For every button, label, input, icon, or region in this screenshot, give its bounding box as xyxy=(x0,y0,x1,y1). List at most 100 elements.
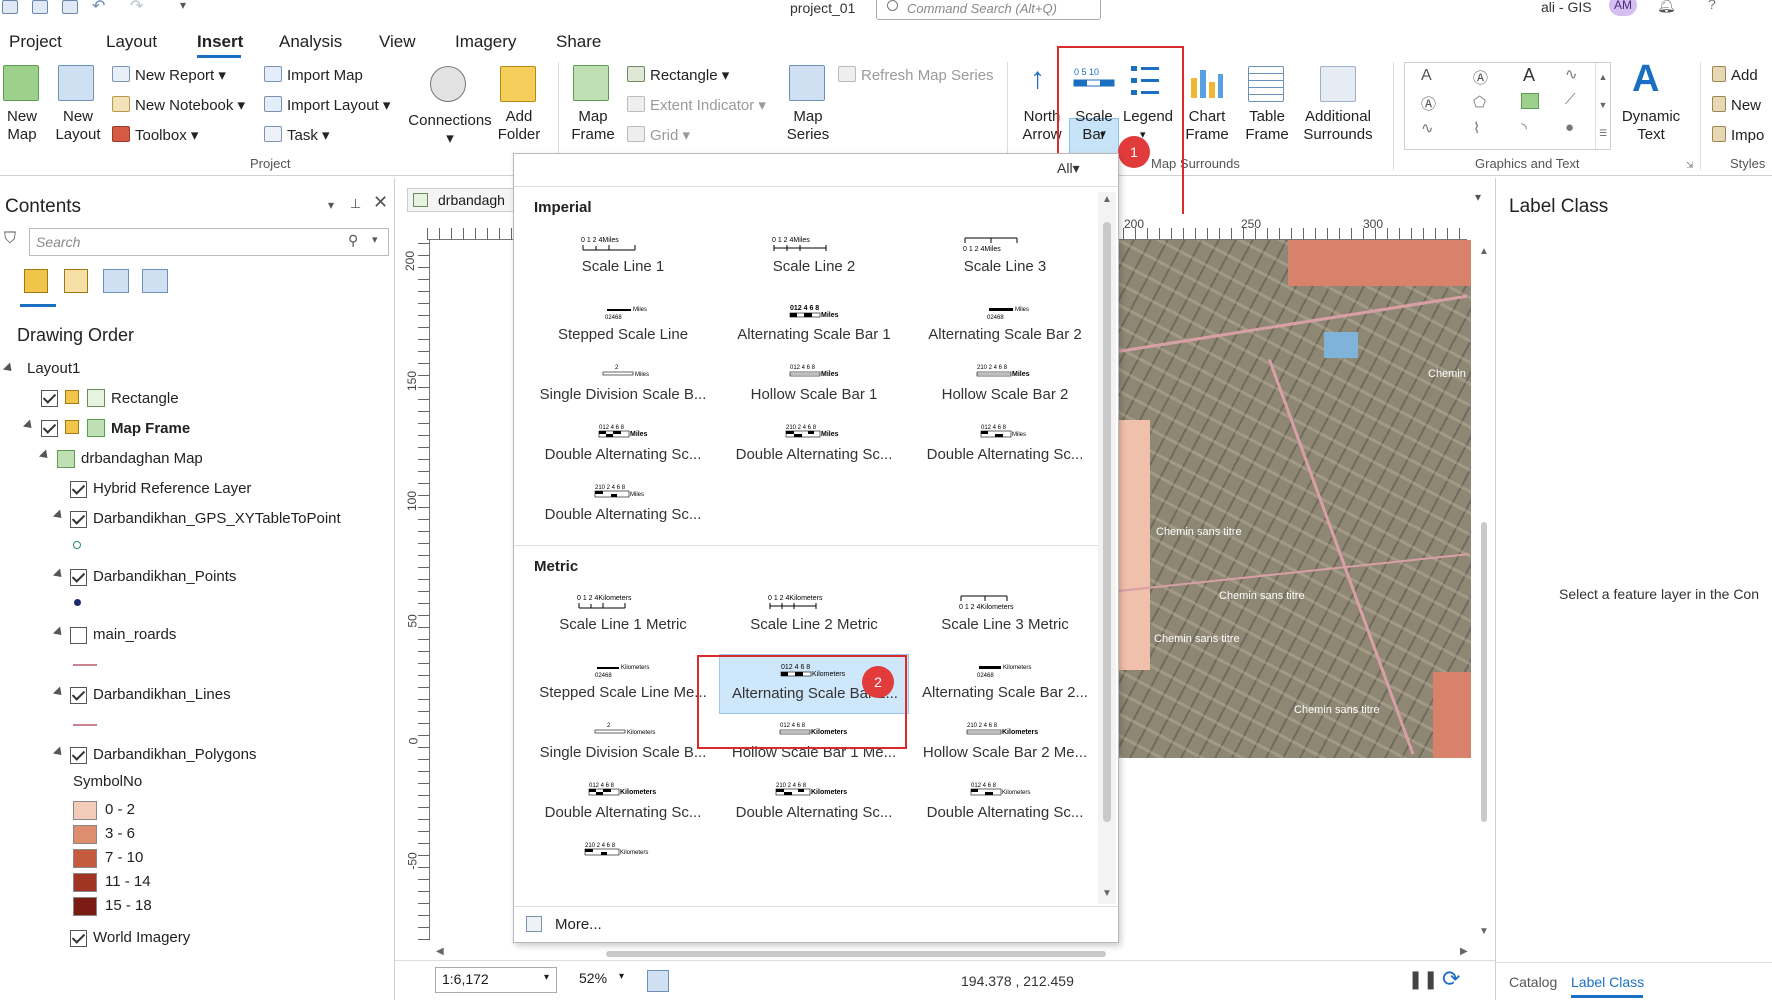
dialog-launcher-icon[interactable]: ⇲ xyxy=(1686,160,1694,171)
lasso-icon[interactable]: ⌇ xyxy=(1473,119,1480,137)
scroll-thumb[interactable] xyxy=(1481,522,1487,822)
rectangle-button[interactable]: Rectangle ▾ xyxy=(627,66,729,84)
add-folder-button[interactable]: Add Folder xyxy=(494,108,544,144)
tab-label-class[interactable]: Label Class xyxy=(1571,974,1644,990)
layer-checkbox[interactable] xyxy=(70,569,87,586)
import-style-button[interactable]: Impo xyxy=(1712,126,1764,144)
polygon-feature[interactable] xyxy=(1118,420,1150,670)
layer-darbandikhan-points[interactable]: Darbandikhan_Points xyxy=(93,568,236,585)
layer-checkbox[interactable] xyxy=(70,747,87,764)
gallery-item-scale-line-3[interactable]: 0 1 2 4Miles Scale Line 3 xyxy=(910,228,1100,288)
gallery-item-scale-line-1-metric[interactable]: 0 1 2 4Kilometers Scale Line 1 Metric xyxy=(528,586,718,646)
gallery-item-double-alternating-4[interactable]: 210 2 4 6 8 Miles Double Alternating Sc..… xyxy=(528,476,718,536)
layer-checkbox[interactable] xyxy=(70,511,87,528)
layer-layout1[interactable]: Layout1 xyxy=(27,360,80,377)
more-button[interactable]: More... xyxy=(514,906,1118,942)
gallery-item-hollow-scale-bar-2[interactable]: 210 2 4 6 8 Miles Hollow Scale Bar 2 xyxy=(910,356,1100,416)
task-button[interactable]: Task ▾ xyxy=(264,126,330,144)
building-feature[interactable] xyxy=(1324,332,1358,358)
arc-icon[interactable]: ◝ xyxy=(1521,119,1527,137)
gallery-item-double-alternating-metric-1[interactable]: 012 4 6 8 Kilometers Double Alternating S… xyxy=(528,774,718,834)
collapse-icon[interactable] xyxy=(52,746,66,759)
line-symbol-icon[interactable] xyxy=(73,664,97,666)
open-project-icon[interactable] xyxy=(32,0,48,14)
save-icon[interactable] xyxy=(62,0,78,14)
avatar[interactable]: AM xyxy=(1609,0,1637,16)
redo-icon[interactable]: ↷ xyxy=(130,0,143,16)
gallery-item-scale-line-2-metric[interactable]: 0 1 2 4Kilometers Scale Line 2 Metric xyxy=(719,586,909,646)
class-swatch[interactable] xyxy=(73,825,97,844)
circle-text-icon[interactable]: Ⓐ xyxy=(1421,93,1436,114)
polygon-feature[interactable] xyxy=(1433,672,1471,758)
import-layout-button[interactable]: Import Layout ▾ xyxy=(264,96,390,114)
add-style-button[interactable]: Add xyxy=(1712,66,1758,84)
gallery-item-stepped-scale-line[interactable]: Miles 02468 Stepped Scale Line xyxy=(528,296,718,356)
notification-bell-icon[interactable]: 🔔︎ xyxy=(1657,0,1676,14)
user-name[interactable]: ali - GIS xyxy=(1541,0,1592,15)
collapse-icon[interactable] xyxy=(52,626,66,639)
gallery-scrollbar[interactable]: ▲ ▼ xyxy=(1098,192,1116,904)
scroll-down-icon[interactable]: ▼ xyxy=(1479,926,1489,937)
collapse-icon[interactable] xyxy=(22,419,36,432)
pin-icon[interactable]: ⊥ xyxy=(350,196,361,212)
layout-horizontal-scrollbar[interactable]: ◀ ▶ xyxy=(434,946,1474,960)
gallery-item-alternating-scale-bar-1[interactable]: 012 4 6 8 Miles Alternating Scale Bar 1 xyxy=(719,296,909,356)
point-icon[interactable]: ● xyxy=(1565,119,1574,136)
collapse-icon[interactable] xyxy=(52,509,66,522)
class-swatch[interactable] xyxy=(73,801,97,820)
gallery-item-alternating-scale-bar-2[interactable]: Miles 02468 Alternating Scale Bar 2 xyxy=(910,296,1100,356)
layer-checkbox[interactable] xyxy=(70,930,87,947)
gallery-item-single-division-scale-bar[interactable]: 2 Miles Single Division Scale B... xyxy=(528,356,718,416)
polygon-feature[interactable] xyxy=(1288,240,1471,286)
gallery-item-double-alternating-metric-4[interactable]: 210 2 4 6 8 Kilometers xyxy=(528,834,718,864)
collapse-icon[interactable] xyxy=(52,686,66,699)
gallery-item-hollow-scale-bar-1[interactable]: 012 4 6 8 Miles Hollow Scale Bar 1 xyxy=(719,356,909,416)
layer-checkbox[interactable] xyxy=(70,627,87,644)
chart-frame-button[interactable]: Chart Frame xyxy=(1176,108,1238,144)
collapse-icon[interactable] xyxy=(38,449,52,462)
layer-darbandikhan-polygons[interactable]: Darbandikhan_Polygons xyxy=(93,746,256,763)
new-report-button[interactable]: New Report ▾ xyxy=(112,66,226,84)
snapping-list-icon[interactable] xyxy=(142,269,168,293)
layout-vertical-scrollbar[interactable]: ▲ ▼ xyxy=(1477,240,1491,940)
gallery-item-stepped-scale-line-metric[interactable]: Kilometers 02468 Stepped Scale Line Me... xyxy=(528,654,718,714)
gallery-item-hollow-scale-bar-2-metric[interactable]: 210 2 4 6 8 Kilometers Hollow Scale Bar 2… xyxy=(910,714,1100,774)
layer-checkbox[interactable] xyxy=(41,390,58,407)
map-frame-imagery[interactable]: Chemin sans titre Chemin sans titre Chem… xyxy=(1118,240,1471,758)
grid-button[interactable]: Grid ▾ xyxy=(627,126,690,144)
scroll-up-icon[interactable]: ▲ xyxy=(1102,194,1112,205)
layer-rectangle[interactable]: Rectangle xyxy=(111,390,179,407)
tab-view[interactable]: View xyxy=(379,32,416,52)
selection-list-icon[interactable] xyxy=(64,269,88,293)
text-icon[interactable]: A xyxy=(1421,67,1432,85)
zoom-selector[interactable]: 52% ▾ xyxy=(573,967,633,993)
layer-checkbox[interactable] xyxy=(70,481,87,498)
scroll-down-icon[interactable]: ▼ xyxy=(1102,888,1112,899)
gallery-filter-dropdown[interactable]: All▾ xyxy=(1057,160,1080,177)
import-map-button[interactable]: Import Map xyxy=(264,66,363,84)
collapse-icon[interactable] xyxy=(2,362,16,375)
map-series-button[interactable]: Map Series xyxy=(777,108,839,144)
class-swatch[interactable] xyxy=(73,873,97,892)
pause-drawing-icon[interactable]: ❚❚ xyxy=(1408,969,1438,990)
scroll-up-icon[interactable]: ▲ xyxy=(1479,246,1489,257)
tab-analysis[interactable]: Analysis xyxy=(279,32,342,52)
gallery-item-scale-line-1[interactable]: 0 1 2 4Miles Scale Line 1 xyxy=(528,228,718,288)
gallery-item-double-alternating-metric-3[interactable]: 012 4 6 8 Kilometers Double Alternating S… xyxy=(910,774,1100,834)
text-box-icon[interactable]: Ⓐ xyxy=(1473,67,1488,88)
layer-checkbox[interactable] xyxy=(70,687,87,704)
fixed-zoom-icon[interactable] xyxy=(647,970,669,992)
tab-catalog[interactable]: Catalog xyxy=(1509,974,1557,990)
scroll-thumb[interactable] xyxy=(606,951,1106,957)
curved-text-icon[interactable]: ∿ xyxy=(1565,65,1578,83)
tab-layout[interactable]: Layout xyxy=(106,32,157,52)
scroll-right-icon[interactable]: ▶ xyxy=(1460,946,1468,957)
layer-darbandikhan-lines[interactable]: Darbandikhan_Lines xyxy=(93,686,231,703)
editing-list-icon[interactable] xyxy=(103,269,129,293)
layer-hybrid-reference[interactable]: Hybrid Reference Layer xyxy=(93,480,251,497)
refresh-map-series-button[interactable]: Refresh Map Series xyxy=(838,66,994,84)
help-icon[interactable]: ? xyxy=(1708,0,1716,12)
additional-surrounds-button[interactable]: Additional Surrounds xyxy=(1295,108,1381,144)
scale-selector[interactable]: 1:6,172 ▾ xyxy=(435,967,557,993)
connections-button[interactable]: Connections ▾ xyxy=(406,112,494,148)
